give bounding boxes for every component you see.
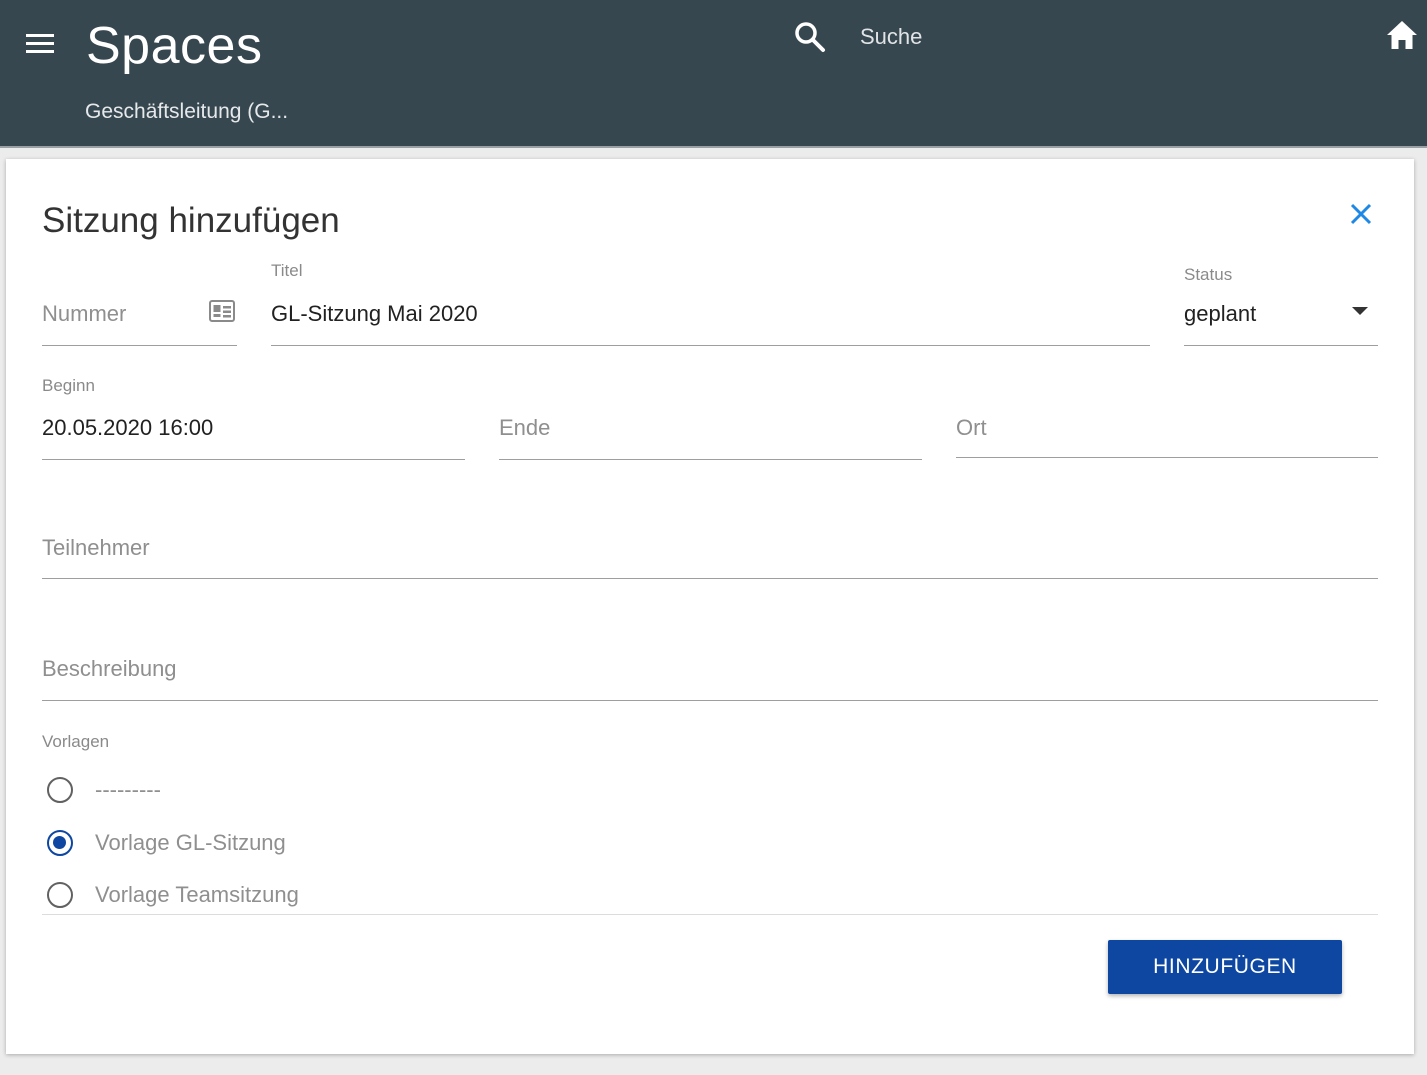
status-label: Status [1184, 265, 1233, 284]
space-name[interactable]: Geschäftsleitung (G... [85, 100, 288, 124]
close-icon[interactable] [1346, 199, 1376, 229]
home-icon[interactable] [1386, 20, 1418, 50]
beschreibung-field[interactable]: Beschreibung [42, 634, 1378, 701]
ende-field[interactable]: Ende [499, 393, 922, 460]
vorlage-option-gl-sitzung[interactable]: Vorlage GL-Sitzung [46, 824, 446, 860]
add-meeting-dialog: Sitzung hinzufügen Nummer Titel GL-Sitzu… [6, 159, 1414, 1054]
beginn-value: 20.05.2020 16:00 [42, 415, 214, 440]
chevron-down-icon [1352, 307, 1368, 315]
status-select[interactable]: Status geplant [1184, 259, 1378, 346]
radio-button[interactable] [47, 882, 73, 908]
vorlage-option-label: Vorlage GL-Sitzung [95, 830, 286, 855]
vorlage-option-label: Vorlage Teamsitzung [95, 882, 299, 907]
nummer-placeholder: Nummer [42, 301, 127, 326]
beginn-field[interactable]: Beginn 20.05.2020 16:00 [42, 372, 465, 460]
titel-field[interactable]: Titel GL-Sitzung Mai 2020 [271, 257, 1150, 346]
beginn-label: Beginn [42, 376, 95, 395]
search-input[interactable] [850, 18, 1270, 56]
dialog-title: Sitzung hinzufügen [42, 201, 340, 240]
search-icon[interactable] [793, 20, 827, 54]
vorlage-option-none[interactable]: --------- [46, 771, 446, 807]
teilnehmer-placeholder: Teilnehmer [42, 535, 150, 560]
teilnehmer-field[interactable]: Teilnehmer [42, 513, 1378, 579]
titel-value: GL-Sitzung Mai 2020 [271, 301, 478, 326]
top-app-bar: Spaces Geschäftsleitung (G... [0, 0, 1427, 148]
radio-button[interactable] [47, 777, 73, 803]
vorlage-option-teamsitzung[interactable]: Vorlage Teamsitzung [46, 876, 446, 912]
app-title: Spaces [86, 17, 263, 75]
beschreibung-placeholder: Beschreibung [42, 656, 177, 681]
ende-placeholder: Ende [499, 415, 551, 440]
add-button[interactable]: HINZUFÜGEN [1108, 940, 1342, 994]
titel-label: Titel [271, 261, 303, 280]
nummer-field[interactable]: Nummer [42, 279, 237, 346]
id-card-icon [209, 300, 235, 322]
status-value: geplant [1184, 301, 1257, 326]
radio-button-checked[interactable] [47, 830, 73, 856]
vorlagen-label: Vorlagen [42, 732, 110, 751]
ort-placeholder: Ort [956, 415, 987, 440]
menu-icon[interactable] [22, 28, 58, 58]
ort-field[interactable]: Ort [956, 393, 1378, 458]
divider [42, 914, 1378, 915]
vorlage-option-label: --------- [95, 777, 161, 802]
